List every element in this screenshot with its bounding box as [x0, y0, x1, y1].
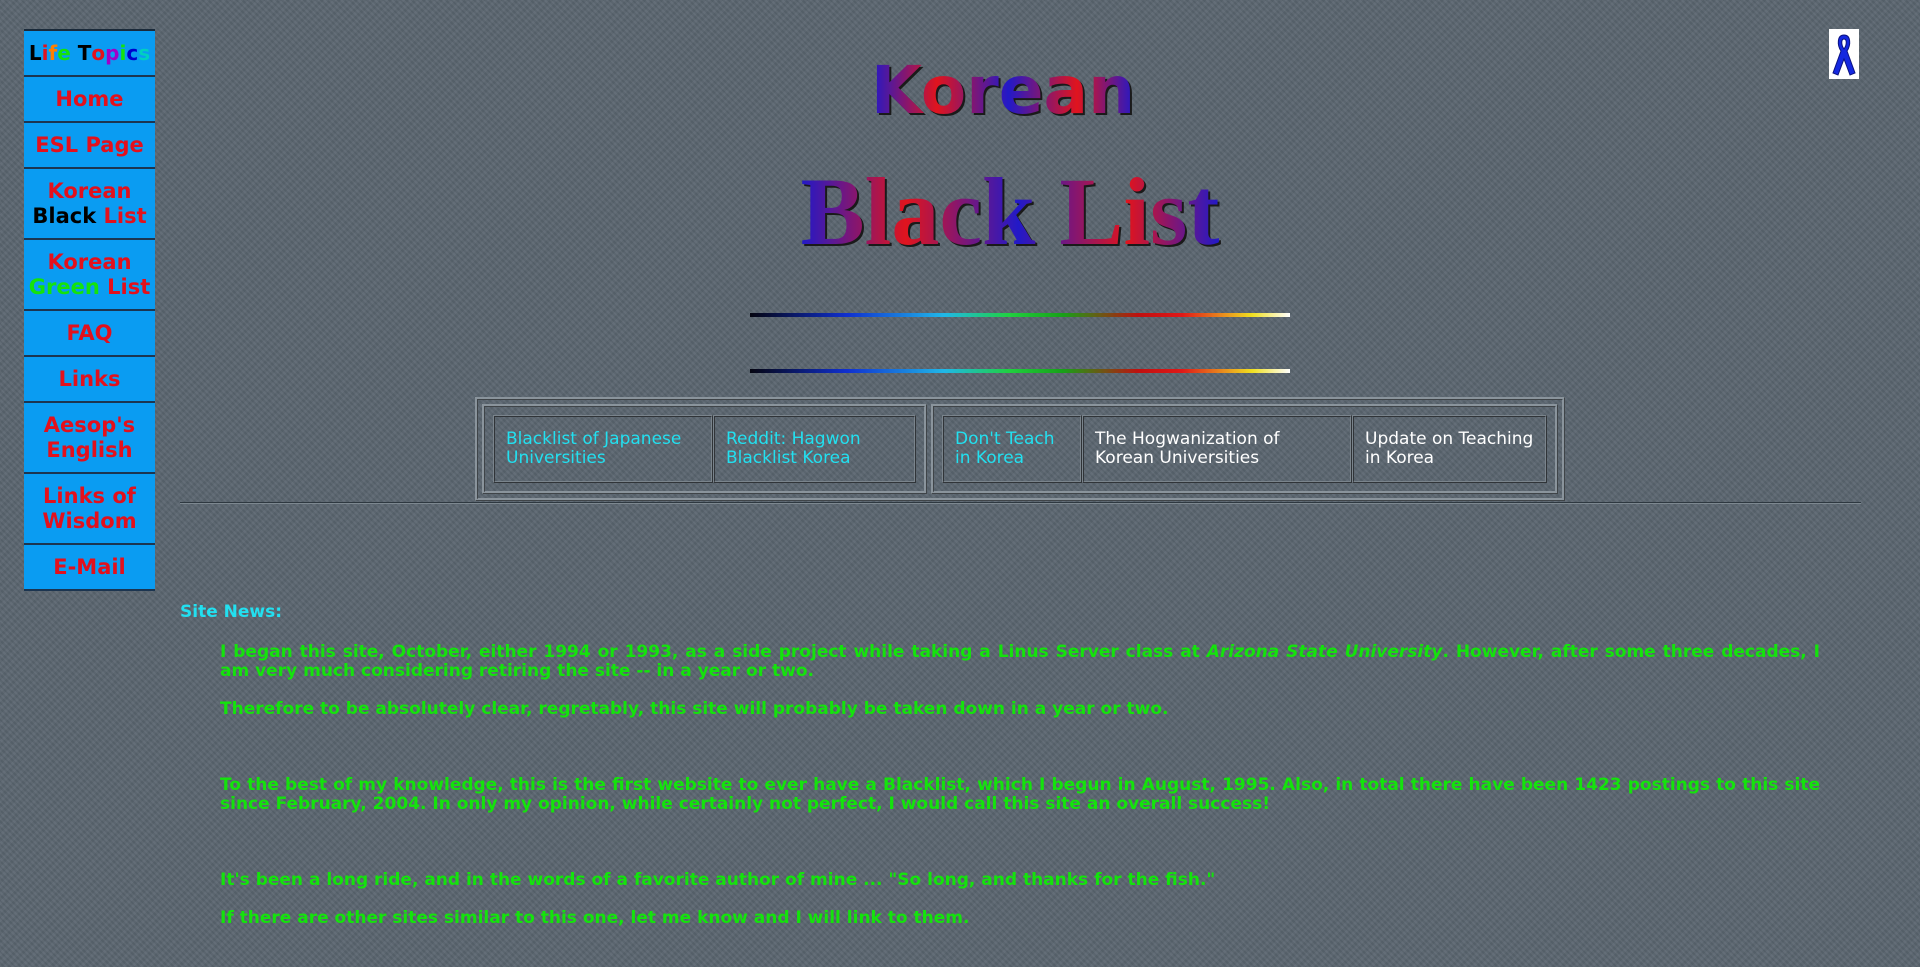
link-blacklist-japanese-universities[interactable]: Blacklist of Japanese Universities	[493, 415, 713, 483]
link-update-teaching-korea[interactable]: Update on Teaching in Korea	[1352, 415, 1547, 483]
news-paragraph-similar-sites: If there are other sites similar to this…	[220, 908, 970, 928]
page-title-black-list-text: Black List	[800, 158, 1220, 265]
page-title-black-list: Black List	[0, 157, 1920, 267]
sidebar-item-label: English	[46, 437, 133, 462]
rainbow-divider	[750, 369, 1290, 373]
news-text: I began this site, October, either 1994 …	[220, 642, 1207, 662]
sidebar-item-aesops-english[interactable]: Aesop's English	[24, 403, 155, 474]
sidebar-item-links[interactable]: Links	[24, 357, 155, 403]
sidebar-item-links-of-wisdom[interactable]: Links of Wisdom	[24, 474, 155, 545]
page-title-korean-text: Korean	[870, 52, 1136, 129]
link-dont-teach-in-korea[interactable]: Don't Teach in Korea	[942, 415, 1082, 483]
sidebar-item-label: ESL Page	[35, 132, 144, 157]
link-group-blacklists: Blacklist of Japanese Universities Reddi…	[482, 404, 927, 494]
link-hogwanization-korean-universities[interactable]: The Hogwanization of Korean Universities	[1082, 415, 1352, 483]
sidebar-item-label: E-Mail	[53, 554, 126, 579]
news-paragraph-long-ride: It's been a long ride, and in the words …	[220, 870, 1216, 890]
sidebar-item-label: FAQ	[66, 320, 113, 345]
page-title-korean: Korean	[0, 48, 1920, 134]
sidebar-item-faq[interactable]: FAQ	[24, 311, 155, 357]
horizontal-divider	[180, 502, 1861, 504]
link-label: Reddit: Hagwon Blacklist Korea	[726, 429, 861, 468]
news-paragraph-history: I began this site, October, either 1994 …	[220, 643, 1820, 681]
site-news-heading: Site News:	[180, 602, 283, 622]
link-reddit-hagwon-blacklist[interactable]: Reddit: Hagwon Blacklist Korea	[713, 415, 916, 483]
sidebar-item-label: Wisdom	[42, 508, 137, 533]
sidebar-item-label: Green	[28, 274, 100, 299]
sidebar-item-email[interactable]: E-Mail	[24, 545, 155, 591]
link-label: Blacklist of Japanese Universities	[506, 429, 682, 468]
news-paragraph-takedown: Therefore to be absolutely clear, regret…	[220, 699, 1169, 719]
sidebar-item-label: List	[107, 274, 151, 299]
rainbow-divider	[750, 313, 1290, 317]
link-label: Don't Teach in Korea	[955, 429, 1055, 468]
news-university-name: Arizona State University	[1206, 642, 1443, 662]
related-links-bar: Blacklist of Japanese Universities Reddi…	[475, 397, 1565, 501]
sidebar-item-label: Links	[58, 366, 121, 391]
link-group-teaching: Don't Teach in Korea The Hogwanization o…	[931, 404, 1558, 494]
sidebar-item-label: Aesop's	[43, 412, 136, 437]
link-label: The Hogwanization of Korean Universities	[1095, 429, 1280, 468]
link-label: Update on Teaching in Korea	[1365, 429, 1534, 468]
news-paragraph-first-blacklist: To the best of my knowledge, this is the…	[220, 775, 1820, 814]
sidebar-item-label: Links of	[43, 483, 136, 508]
